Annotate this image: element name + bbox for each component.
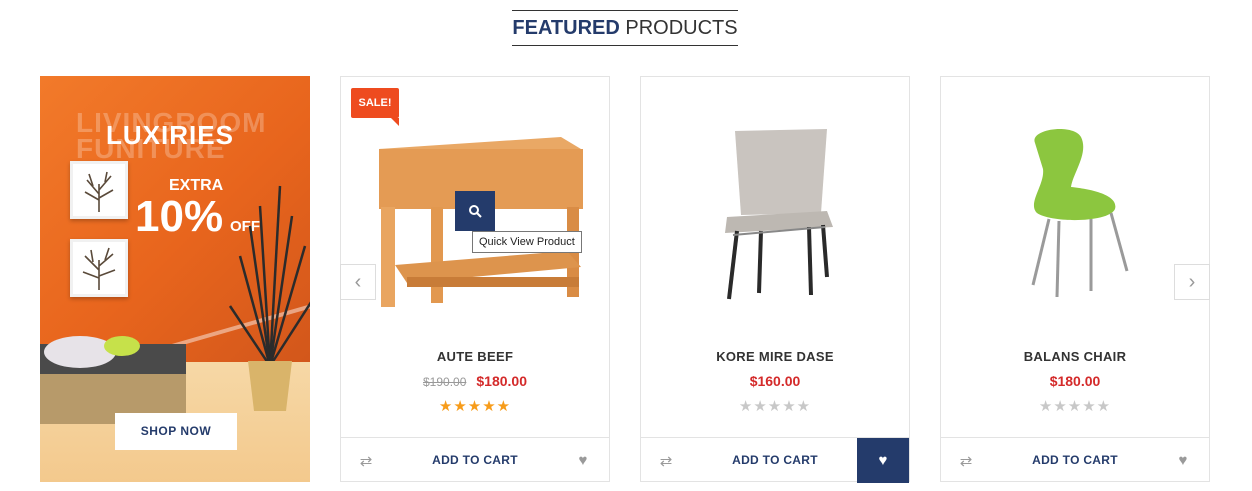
compare-button[interactable]: ⇄	[351, 438, 381, 483]
star-icon: ★	[496, 398, 512, 415]
wall-frame-bottom	[70, 239, 128, 297]
current-price: $180.00	[476, 373, 527, 389]
banner-headline: LUXIRIES	[106, 120, 234, 150]
star-icon: ★	[1038, 398, 1054, 415]
star-icon: ★	[796, 398, 812, 415]
section-title: FEATURED PRODUCTS	[512, 10, 738, 46]
product-name[interactable]: AUTE BEEF	[341, 349, 609, 364]
product-card-2[interactable]: KORE MIRE DASE $160.00 ★★★★★ ⇄ ADD TO CA…	[640, 76, 910, 483]
plant-image	[228, 185, 310, 411]
star-icon: ★	[467, 398, 483, 415]
product-actions: ⇄ ADD TO CART ♥	[941, 437, 1209, 482]
product-prices: $190.00 $180.00	[341, 373, 609, 389]
product-name[interactable]: KORE MIRE DASE	[641, 349, 909, 364]
repeat-icon: ⇄	[959, 452, 973, 470]
add-to-cart-button[interactable]: ADD TO CART	[1001, 438, 1149, 483]
star-icon: ★	[753, 398, 768, 415]
sale-badge: SALE!	[351, 88, 399, 126]
shop-now-button[interactable]: SHOP NOW	[115, 413, 237, 450]
compare-button[interactable]: ⇄	[951, 438, 981, 483]
sofa-image	[40, 336, 186, 424]
star-icon: ★	[438, 398, 454, 415]
quick-view-tooltip: Quick View Product	[472, 231, 582, 253]
compare-button[interactable]: ⇄	[651, 438, 681, 483]
heart-icon: ♥	[878, 452, 888, 469]
product-prices: $160.00	[641, 373, 909, 389]
star-icon: ★	[1082, 398, 1097, 415]
star-icon: ★	[1067, 398, 1083, 415]
product-rating: ★★★★★	[641, 397, 909, 415]
wishlist-button[interactable]: ♥	[857, 438, 909, 483]
promo-banner[interactable]: LIVINGROOM FUNITURE LUXIRIES EXTRA 10% O…	[40, 76, 310, 482]
add-to-cart-button[interactable]: ADD TO CART	[401, 438, 549, 483]
star-icon: ★	[738, 398, 754, 415]
star-icon: ★	[767, 398, 783, 415]
add-to-cart-button[interactable]: ADD TO CART	[701, 438, 849, 483]
star-icon: ★	[1053, 398, 1068, 415]
banner-discount: 10%	[135, 192, 224, 241]
star-icon: ★	[1096, 398, 1112, 415]
repeat-icon: ⇄	[659, 452, 673, 470]
product-rating: ★★★★★	[941, 397, 1209, 415]
chevron-right-icon: ›	[1188, 270, 1196, 293]
product-name[interactable]: BALANS CHAIR	[941, 349, 1209, 364]
heart-icon: ♥	[1178, 452, 1188, 469]
old-price: $190.00	[423, 375, 467, 389]
product-image-green-chair[interactable]	[941, 77, 1209, 337]
star-icon: ★	[482, 398, 497, 415]
product-actions: ⇄ ADD TO CART ♥	[641, 437, 909, 483]
product-prices: $180.00	[941, 373, 1209, 389]
product-card-1[interactable]: SALE! Quick View Product AUTE BEEF $190.…	[340, 76, 610, 482]
section-title-strong: FEATURED	[512, 17, 620, 39]
search-icon	[469, 205, 482, 218]
wall-frame-top	[70, 161, 128, 219]
star-icon: ★	[782, 398, 797, 415]
quick-view-button[interactable]	[455, 191, 495, 231]
product-image-grey-chair[interactable]	[641, 77, 909, 337]
product-rating: ★★★★★	[341, 397, 609, 415]
heart-icon: ♥	[578, 452, 588, 469]
section-title-rest: PRODUCTS	[619, 17, 738, 39]
product-card-3[interactable]: BALANS CHAIR $180.00 ★★★★★ ⇄ ADD TO CART…	[940, 76, 1210, 482]
current-price: $180.00	[1049, 373, 1101, 389]
carousel-prev-button[interactable]: ‹	[340, 264, 376, 300]
wishlist-button[interactable]: ♥	[1157, 438, 1209, 483]
carousel-next-button[interactable]: ›	[1174, 264, 1210, 300]
wishlist-button[interactable]: ♥	[557, 438, 609, 483]
repeat-icon: ⇄	[359, 452, 373, 470]
current-price: $160.00	[749, 373, 801, 389]
product-actions: ⇄ ADD TO CART ♥	[341, 437, 609, 482]
chevron-left-icon: ‹	[354, 270, 362, 293]
star-icon: ★	[453, 398, 468, 415]
